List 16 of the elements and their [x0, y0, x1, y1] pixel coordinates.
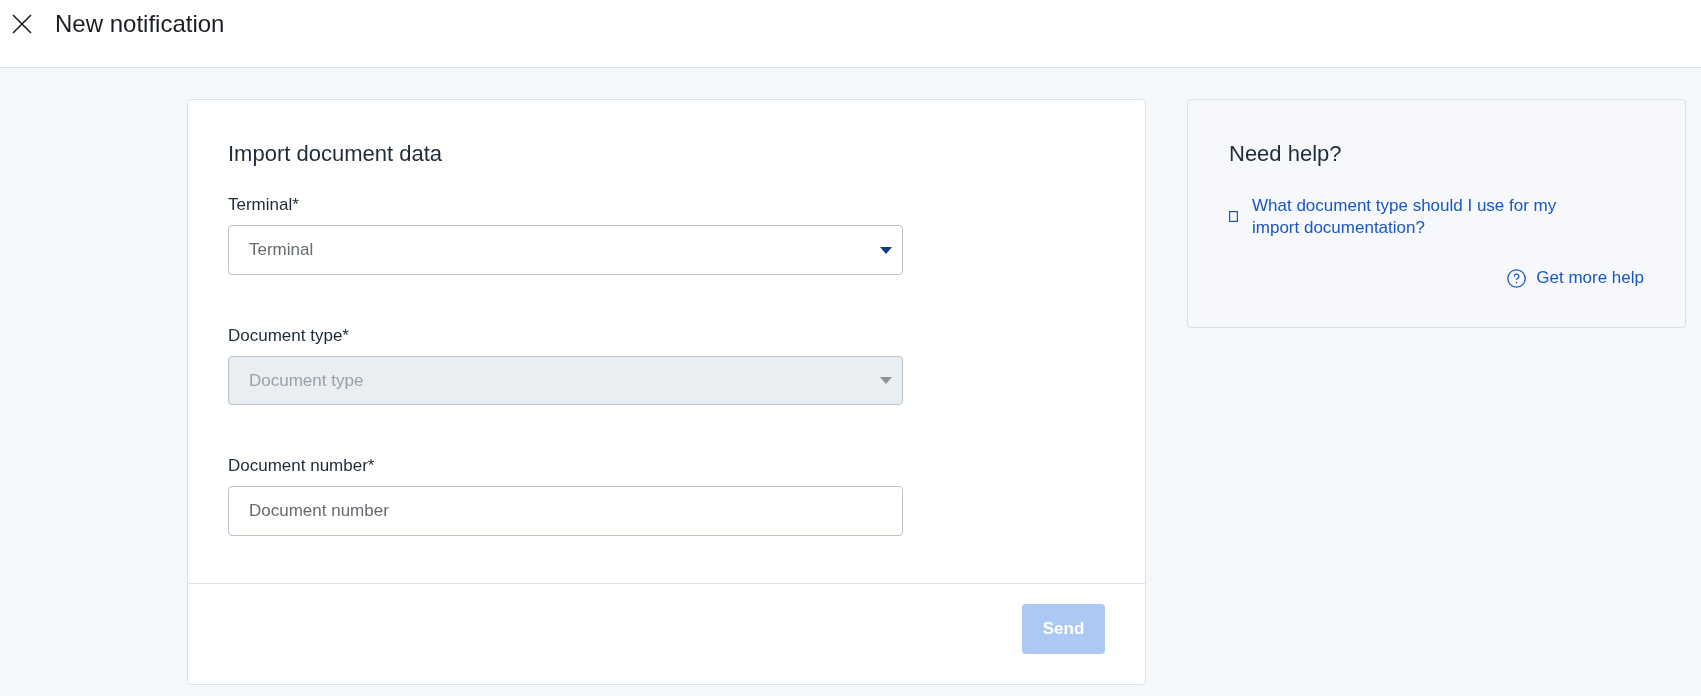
field-label: Document type* [228, 325, 350, 347]
field-label: Document number* [228, 455, 376, 477]
get-more-help-link[interactable]: Get more help [1507, 267, 1644, 289]
caret-icon [880, 246, 892, 254]
rectangle-icon [1229, 211, 1238, 222]
select-field[interactable]: Terminal [228, 225, 903, 275]
help-article-link[interactable]: What document type should I use for my import documentation? [1252, 195, 1602, 239]
page-title: New notification [55, 9, 225, 39]
field-label: Terminal* [228, 194, 300, 216]
help-title: Need help? [1229, 140, 1343, 168]
close-icon [12, 14, 32, 34]
input-field[interactable]: Document number [228, 486, 903, 536]
form-title: Import document data [228, 140, 443, 168]
caret-icon [880, 377, 892, 384]
help-icon [1507, 268, 1527, 288]
close-button[interactable] [12, 14, 32, 34]
